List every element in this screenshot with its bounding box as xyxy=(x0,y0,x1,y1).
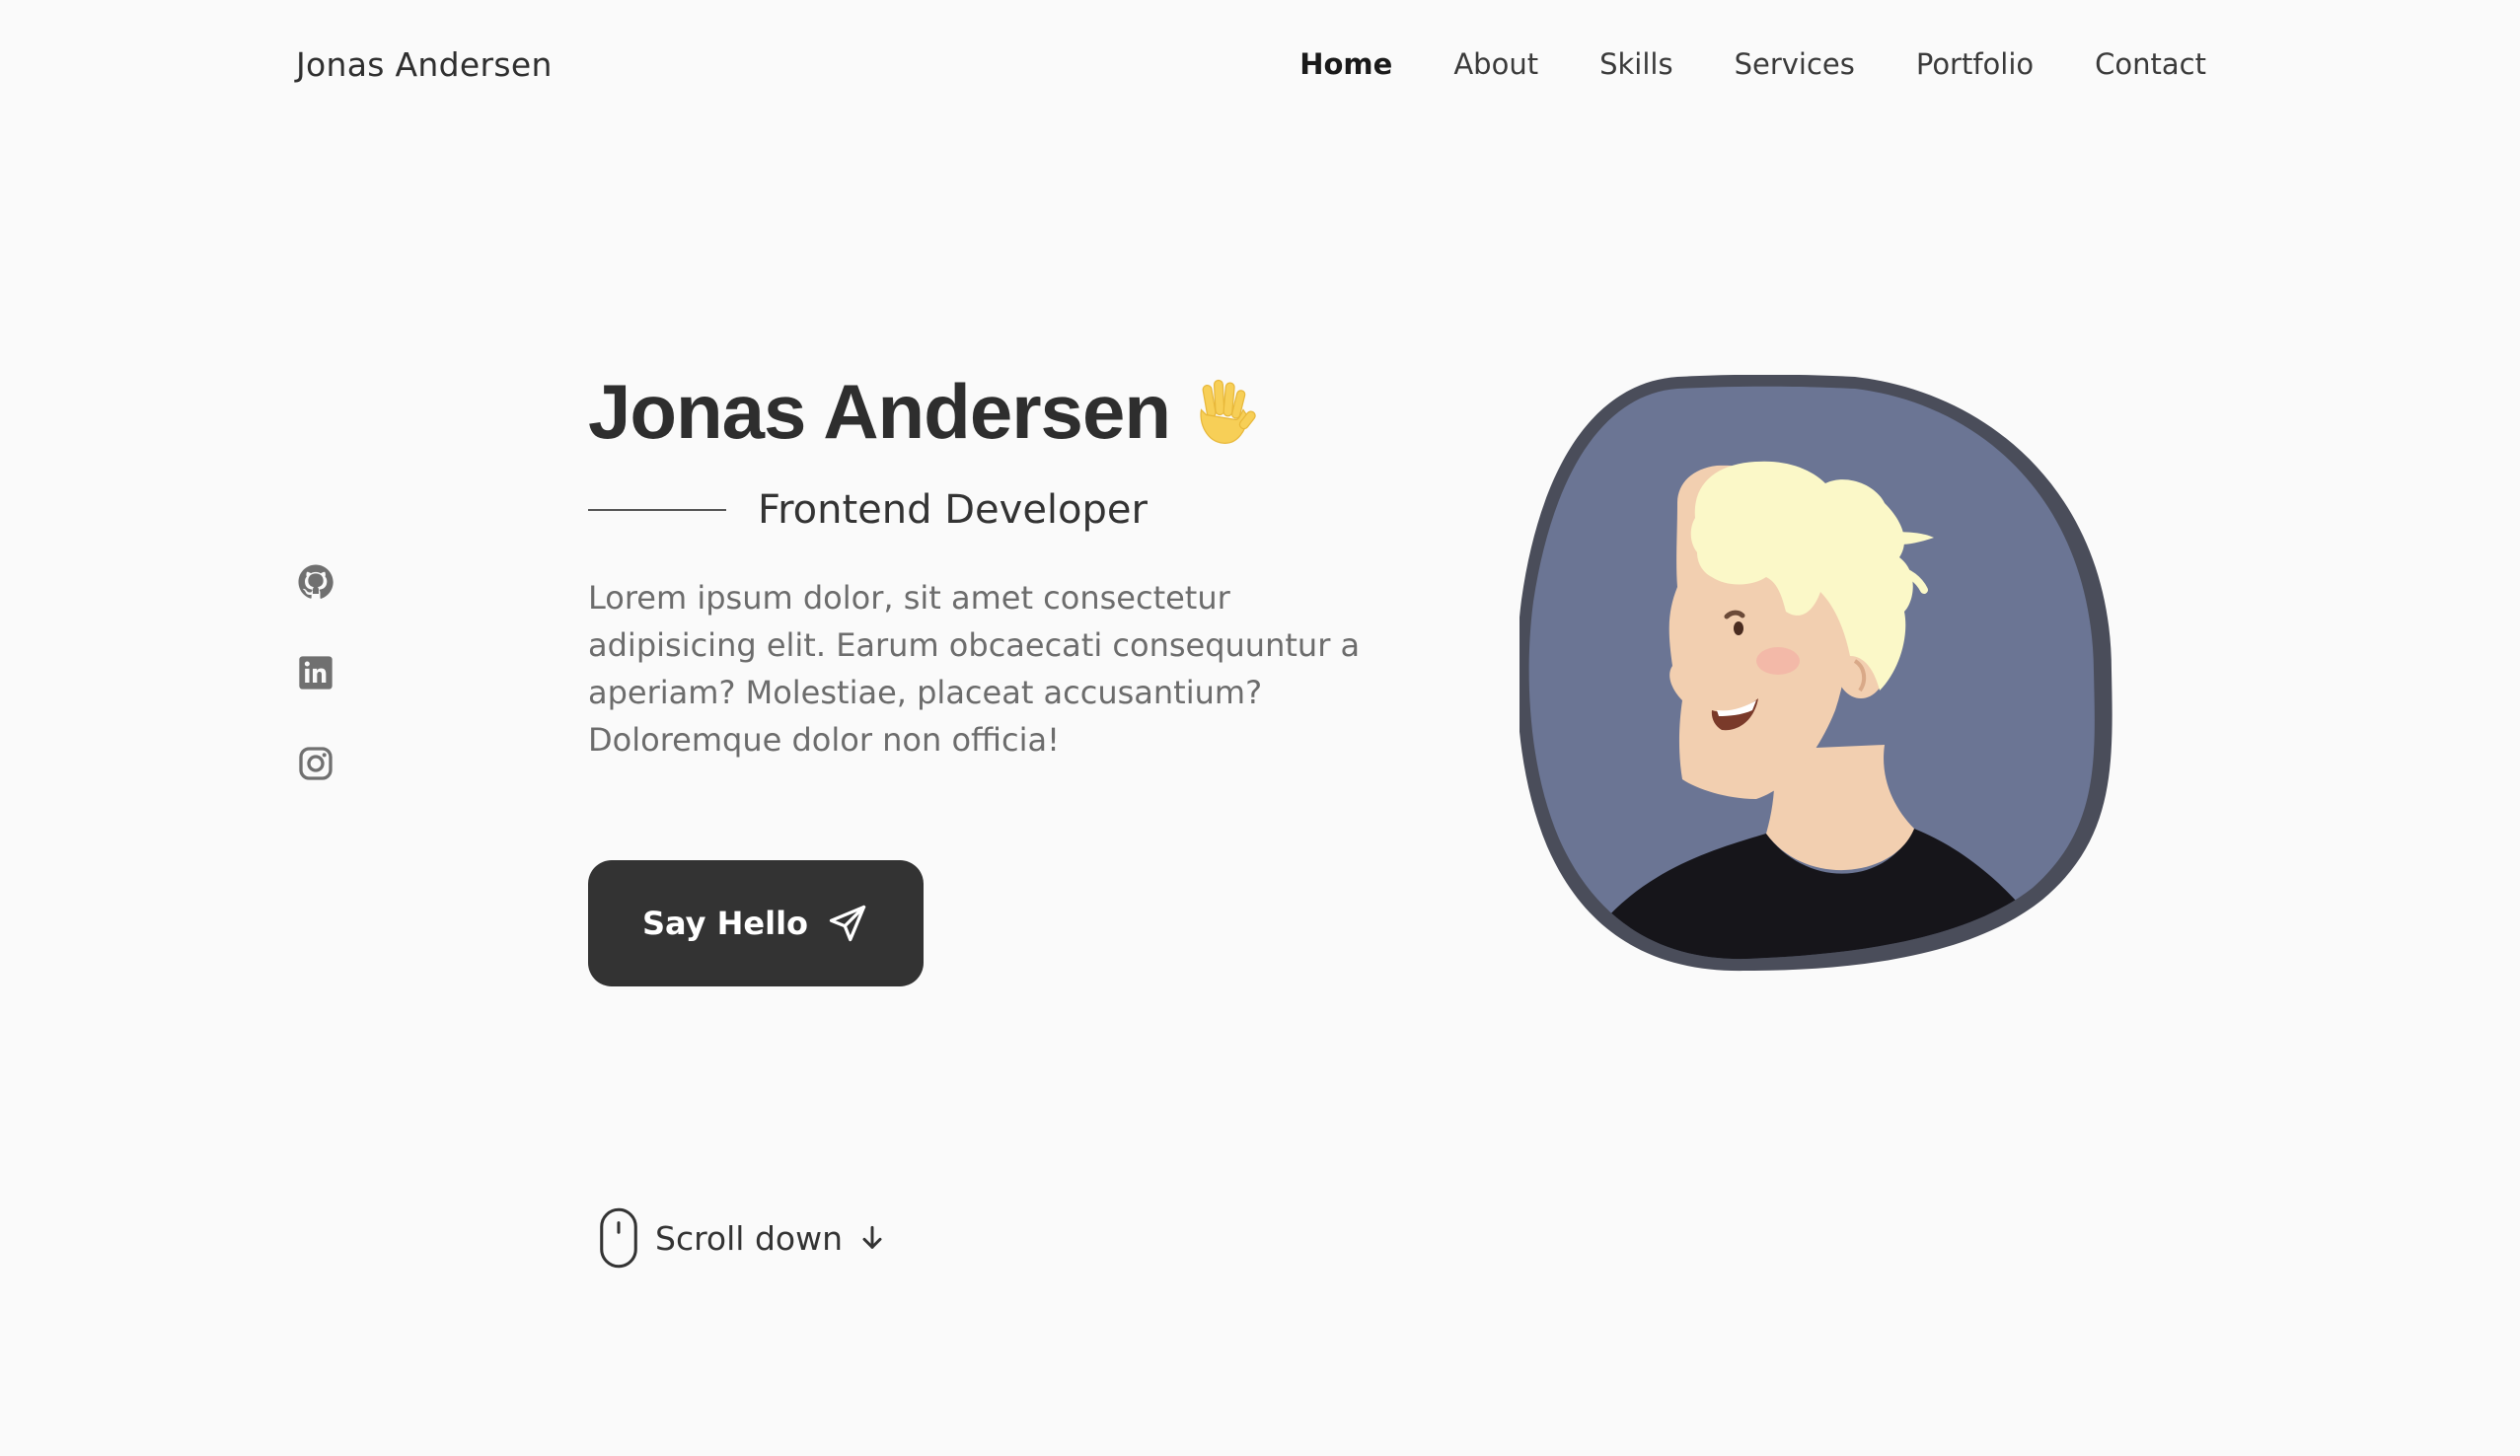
nav-skills[interactable]: Skills xyxy=(1599,47,1672,81)
instagram-link[interactable] xyxy=(296,744,335,783)
arrow-down-icon xyxy=(862,1225,882,1249)
nav-contact[interactable]: Contact xyxy=(2095,47,2206,81)
instagram-icon xyxy=(299,747,333,780)
github-link[interactable] xyxy=(296,562,335,602)
say-hello-button[interactable]: Say Hello xyxy=(588,860,924,986)
scroll-down-link[interactable]: Scroll down xyxy=(596,1205,888,1271)
linkedin-link[interactable] xyxy=(296,653,335,692)
main-nav: Home About Skills Services Portfolio Con… xyxy=(1299,47,2206,81)
hero-name: Jonas Andersen xyxy=(588,368,1171,455)
site-logo[interactable]: Jonas Andersen xyxy=(296,45,553,84)
nav-services[interactable]: Services xyxy=(1735,47,1855,81)
nav-about[interactable]: About xyxy=(1453,47,1538,81)
avatar-svg xyxy=(1519,375,2112,972)
send-icon xyxy=(829,905,866,942)
hero-title: Jonas Andersen xyxy=(588,367,1263,457)
say-hello-label: Say Hello xyxy=(641,905,809,942)
github-icon xyxy=(298,564,334,599)
site-header: Jonas Andersen Home About Skills Service… xyxy=(0,0,2520,132)
waving-hand-icon xyxy=(1200,379,1256,444)
linkedin-icon xyxy=(299,656,333,690)
subtitle-divider xyxy=(588,509,726,511)
hero-subtitle: Frontend Developer xyxy=(588,487,1148,533)
hero-role: Frontend Developer xyxy=(758,487,1148,533)
scroll-down-label: Scroll down xyxy=(655,1218,843,1258)
nav-portfolio[interactable]: Portfolio xyxy=(1916,47,2034,81)
hero-description: Lorem ipsum dolor, sit amet consectetur … xyxy=(588,579,1361,759)
nav-home[interactable]: Home xyxy=(1299,47,1392,81)
avatar-illustration xyxy=(1519,375,2116,972)
mouse-icon xyxy=(600,1207,637,1269)
social-links xyxy=(296,562,335,835)
